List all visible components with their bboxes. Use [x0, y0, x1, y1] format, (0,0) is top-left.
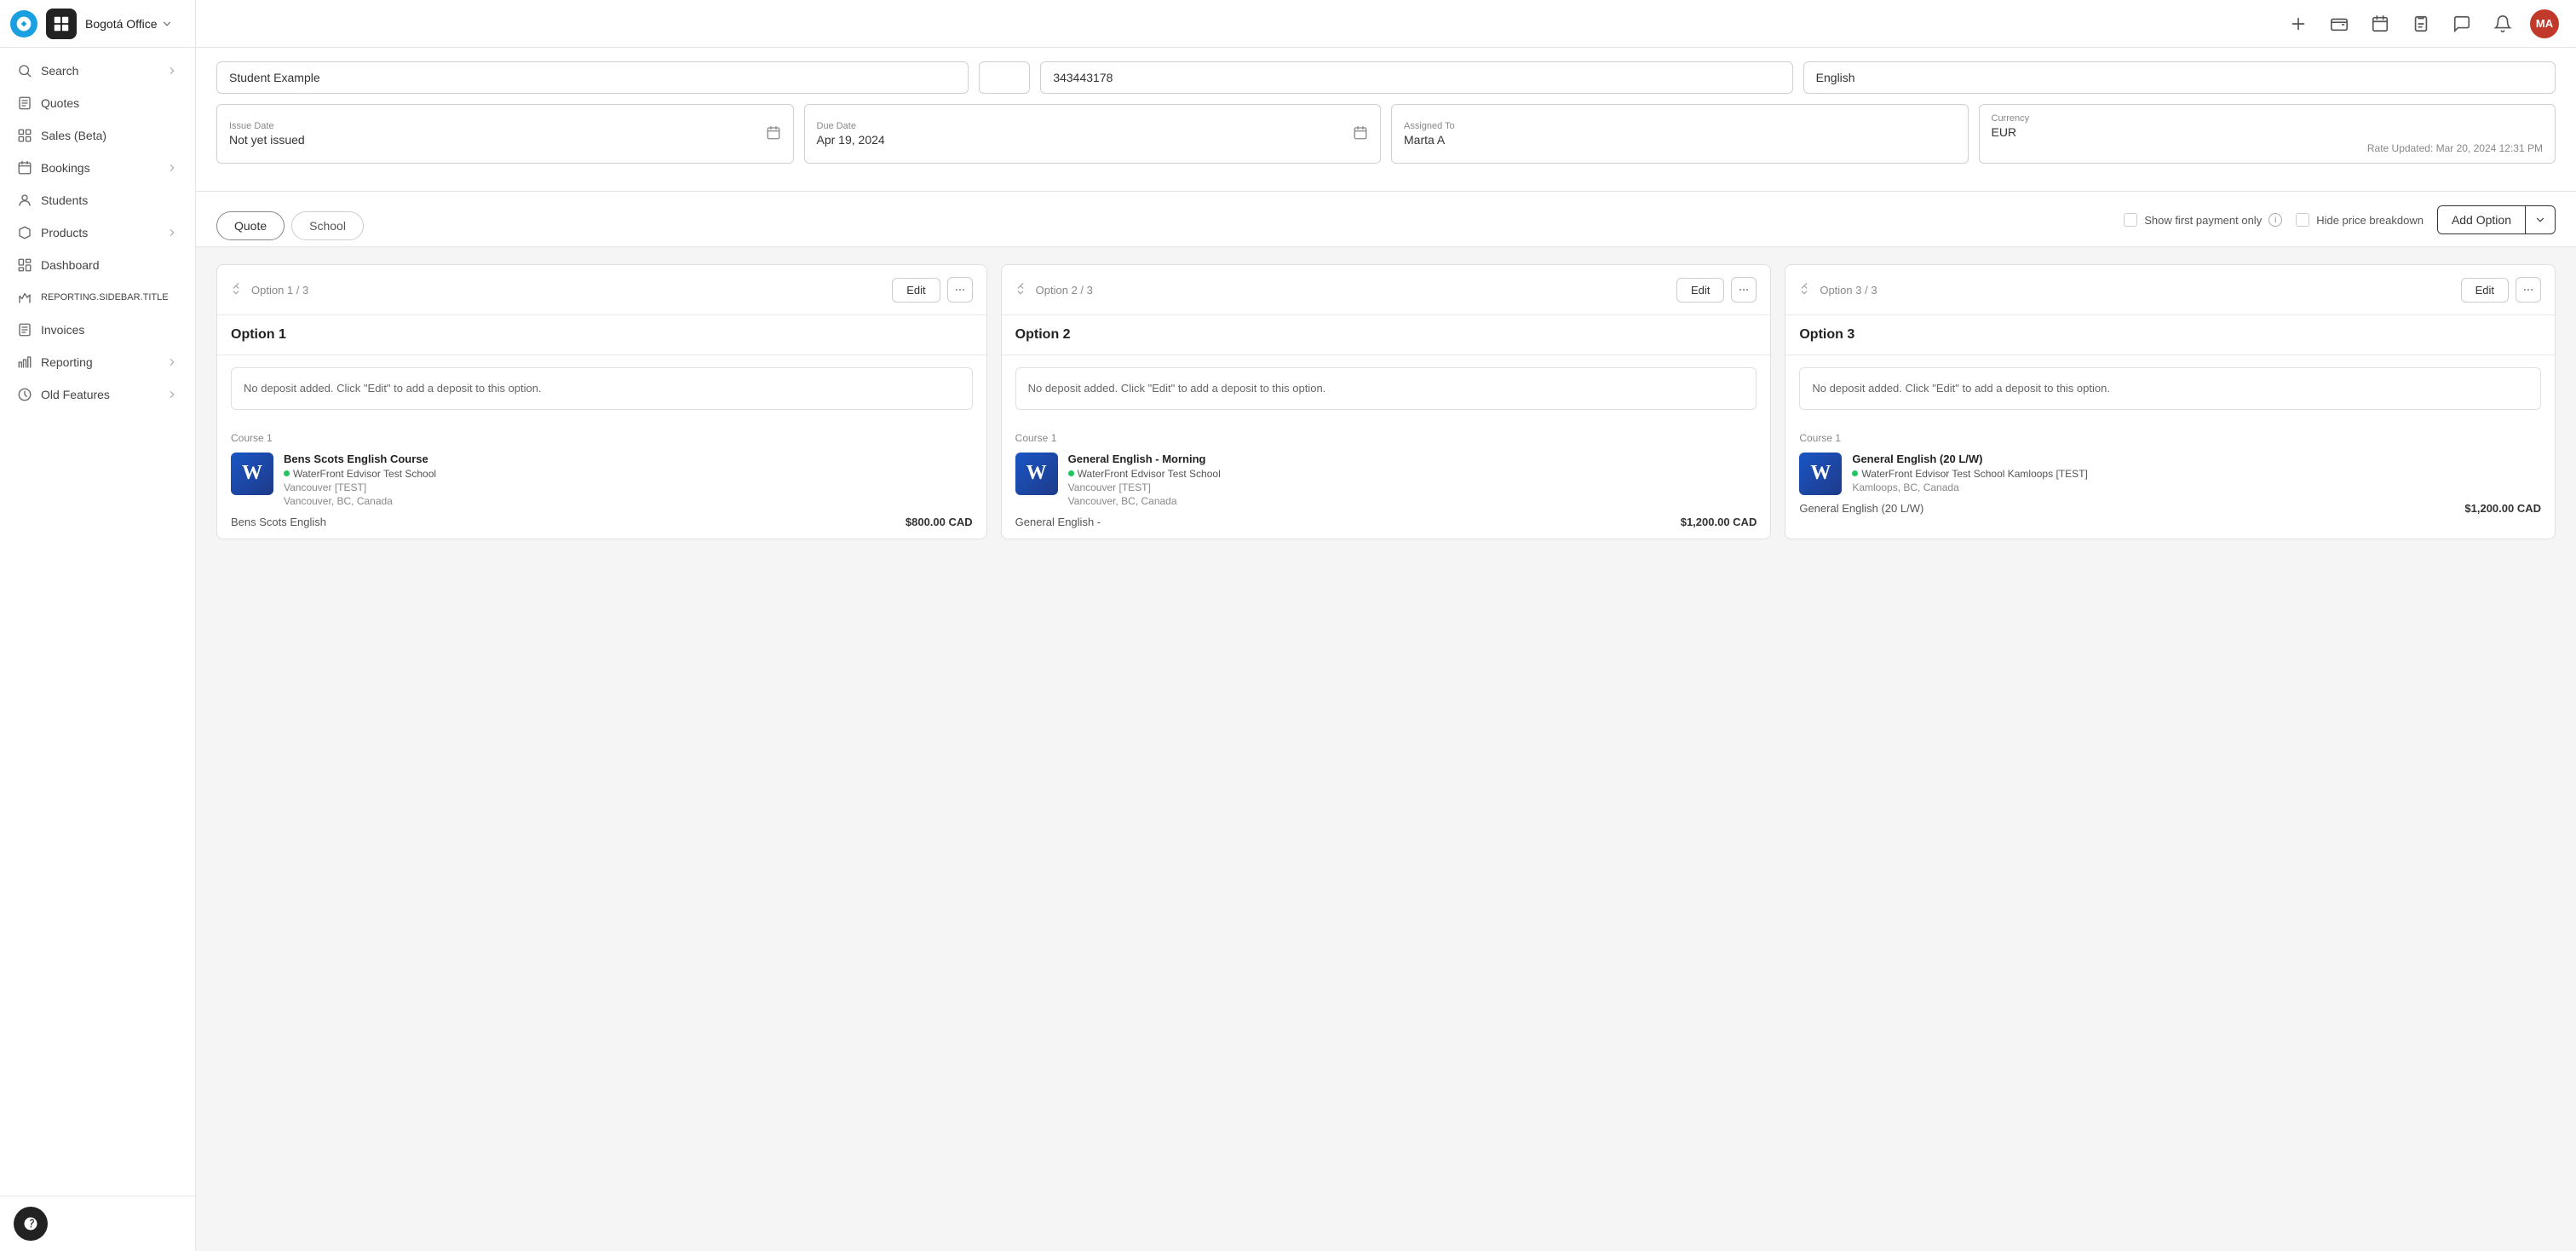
option-1-edit-button[interactable]: Edit — [892, 278, 940, 303]
sidebar-item-old-features[interactable]: Old Features — [3, 378, 192, 411]
sidebar: Bogotá Office Search Quotes Sales (Beta) — [0, 0, 196, 1251]
sidebar-item-students[interactable]: Students — [3, 184, 192, 216]
sidebar-support — [0, 1196, 195, 1251]
sidebar-item-quotes[interactable]: Quotes — [3, 87, 192, 119]
calendar-icon[interactable] — [2366, 10, 2394, 37]
option-1-deposit: No deposit added. Click "Edit" to add a … — [231, 367, 973, 410]
sidebar-item-bookings[interactable]: Bookings — [3, 152, 192, 184]
chat-icon[interactable] — [2448, 10, 2475, 37]
option-1-school-logo: W — [231, 453, 273, 495]
tab-options: Show first payment only i Hide price bre… — [2124, 205, 2556, 246]
sidebar-top: Bogotá Office — [0, 0, 195, 48]
form-row-dates: Issue Date Not yet issued Due Date Apr 1… — [216, 104, 2556, 164]
option-1-course: Course 1 W Bens Scots English Course Wat… — [217, 422, 986, 539]
due-date-calendar-icon — [1353, 125, 1368, 143]
issue-date-field[interactable]: Issue Date Not yet issued — [216, 104, 794, 164]
option-1-more-button[interactable] — [947, 277, 973, 303]
option-card-1: Option 1 / 3 Edit Option 1 No de — [216, 264, 987, 539]
sidebar-item-search[interactable]: Search — [3, 55, 192, 87]
add-option-chevron-icon[interactable] — [2526, 207, 2555, 233]
option-card-2: Option 2 / 3 Edit Option 2 No de — [1001, 264, 1772, 539]
option-2-title: Option 2 — [1002, 315, 1771, 355]
office-selector[interactable]: Bogotá Office — [85, 17, 173, 31]
show-first-payment-info[interactable]: i — [2268, 213, 2282, 227]
add-option-button[interactable]: Add Option — [2437, 205, 2556, 234]
option-card-3: Option 3 / 3 Edit Option 3 No de — [1785, 264, 2556, 539]
option-2-course-item: W General English - Morning WaterFront E… — [1015, 453, 1757, 509]
show-first-payment-input[interactable] — [2124, 213, 2137, 227]
option-3-course-item: W General English (20 L/W) WaterFront Ed… — [1799, 453, 2541, 495]
sidebar-item-dashboard[interactable]: Dashboard — [3, 249, 192, 281]
option-2-more-button[interactable] — [1731, 277, 1757, 303]
option-2-header: Option 2 / 3 Edit — [1002, 265, 1771, 315]
student-id-field[interactable] — [979, 61, 1030, 94]
language-field[interactable]: English — [1803, 61, 2556, 94]
school-online-dot-2 — [1068, 470, 1074, 476]
option-2-deposit: No deposit added. Click "Edit" to add a … — [1015, 367, 1757, 410]
option-2-school-logo: W — [1015, 453, 1058, 495]
show-first-payment-checkbox[interactable]: Show first payment only i — [2124, 213, 2282, 227]
app-logo[interactable] — [10, 10, 37, 37]
main-content: MA Student Example 343443178 — [196, 0, 2576, 1251]
option-2-price-row: General English - $1,200.00 CAD — [1015, 516, 1757, 528]
user-avatar[interactable]: MA — [2530, 9, 2559, 38]
option-2-course: Course 1 W General English - Morning Wat… — [1002, 422, 1771, 539]
sidebar-item-reporting-beta[interactable]: REPORTING.SIDEBAR.TITLE — [3, 281, 192, 314]
assigned-to-field[interactable]: Assigned To Marta A — [1391, 104, 1969, 164]
option-3-school-logo: W — [1799, 453, 1842, 495]
student-id-number[interactable]: 343443178 — [1040, 61, 1792, 94]
hide-price-breakdown-input[interactable] — [2296, 213, 2309, 227]
content-area: Student Example 343443178 English — [196, 48, 2576, 1251]
sidebar-item-products[interactable]: Products — [3, 216, 192, 249]
issue-date-calendar-icon — [766, 125, 781, 143]
form-area: Student Example 343443178 English — [196, 48, 2576, 192]
sidebar-item-reporting[interactable]: Reporting — [3, 346, 192, 378]
bell-icon[interactable] — [2489, 10, 2516, 37]
student-field[interactable]: Student Example — [216, 61, 969, 94]
rate-updated: Rate Updated: Mar 20, 2024 12:31 PM — [1992, 142, 2544, 154]
clipboard-icon[interactable] — [2407, 10, 2435, 37]
option-3-deposit: No deposit added. Click "Edit" to add a … — [1799, 367, 2541, 410]
support-button[interactable] — [14, 1207, 48, 1241]
sidebar-item-sales[interactable]: Sales (Beta) — [3, 119, 192, 152]
school-online-dot — [284, 470, 290, 476]
hide-price-breakdown-checkbox[interactable]: Hide price breakdown — [2296, 213, 2424, 227]
option-3-header: Option 3 / 3 Edit — [1785, 265, 2555, 315]
sidebar-item-invoices[interactable]: Invoices — [3, 314, 192, 346]
tab-school[interactable]: School — [291, 211, 364, 240]
add-button[interactable] — [2285, 10, 2312, 37]
form-row-top: Student Example 343443178 English — [216, 61, 2556, 94]
options-area: Option 1 / 3 Edit Option 1 No de — [196, 247, 2576, 556]
option-1-header: Option 1 / 3 Edit — [217, 265, 986, 315]
option-3-edit-button[interactable]: Edit — [2461, 278, 2509, 303]
tab-quote[interactable]: Quote — [216, 211, 285, 240]
option-1-price-row: Bens Scots English $800.00 CAD — [231, 516, 973, 528]
topbar: MA — [196, 0, 2576, 48]
option-3-title: Option 3 — [1785, 315, 2555, 355]
option-2-edit-button[interactable]: Edit — [1676, 278, 1724, 303]
currency-field[interactable]: Currency EUR Rate Updated: Mar 20, 2024 … — [1979, 104, 2556, 164]
school-online-dot-3 — [1852, 470, 1858, 476]
option-1-course-item: W Bens Scots English Course WaterFront E… — [231, 453, 973, 509]
option-3-more-button[interactable] — [2516, 277, 2541, 303]
tabs: Quote School — [216, 211, 364, 240]
option-3-price-row: General English (20 L/W) $1,200.00 CAD — [1799, 502, 2541, 515]
sidebar-nav: Search Quotes Sales (Beta) Bookings — [0, 48, 195, 1196]
due-date-field[interactable]: Due Date Apr 19, 2024 — [804, 104, 1382, 164]
brand-icon[interactable] — [46, 9, 77, 39]
wallet-icon[interactable] — [2326, 10, 2353, 37]
option-1-title: Option 1 — [217, 315, 986, 355]
tab-area: Quote School Show first payment only i H… — [196, 192, 2576, 247]
option-3-course: Course 1 W General English (20 L/W) Wate… — [1785, 422, 2555, 525]
